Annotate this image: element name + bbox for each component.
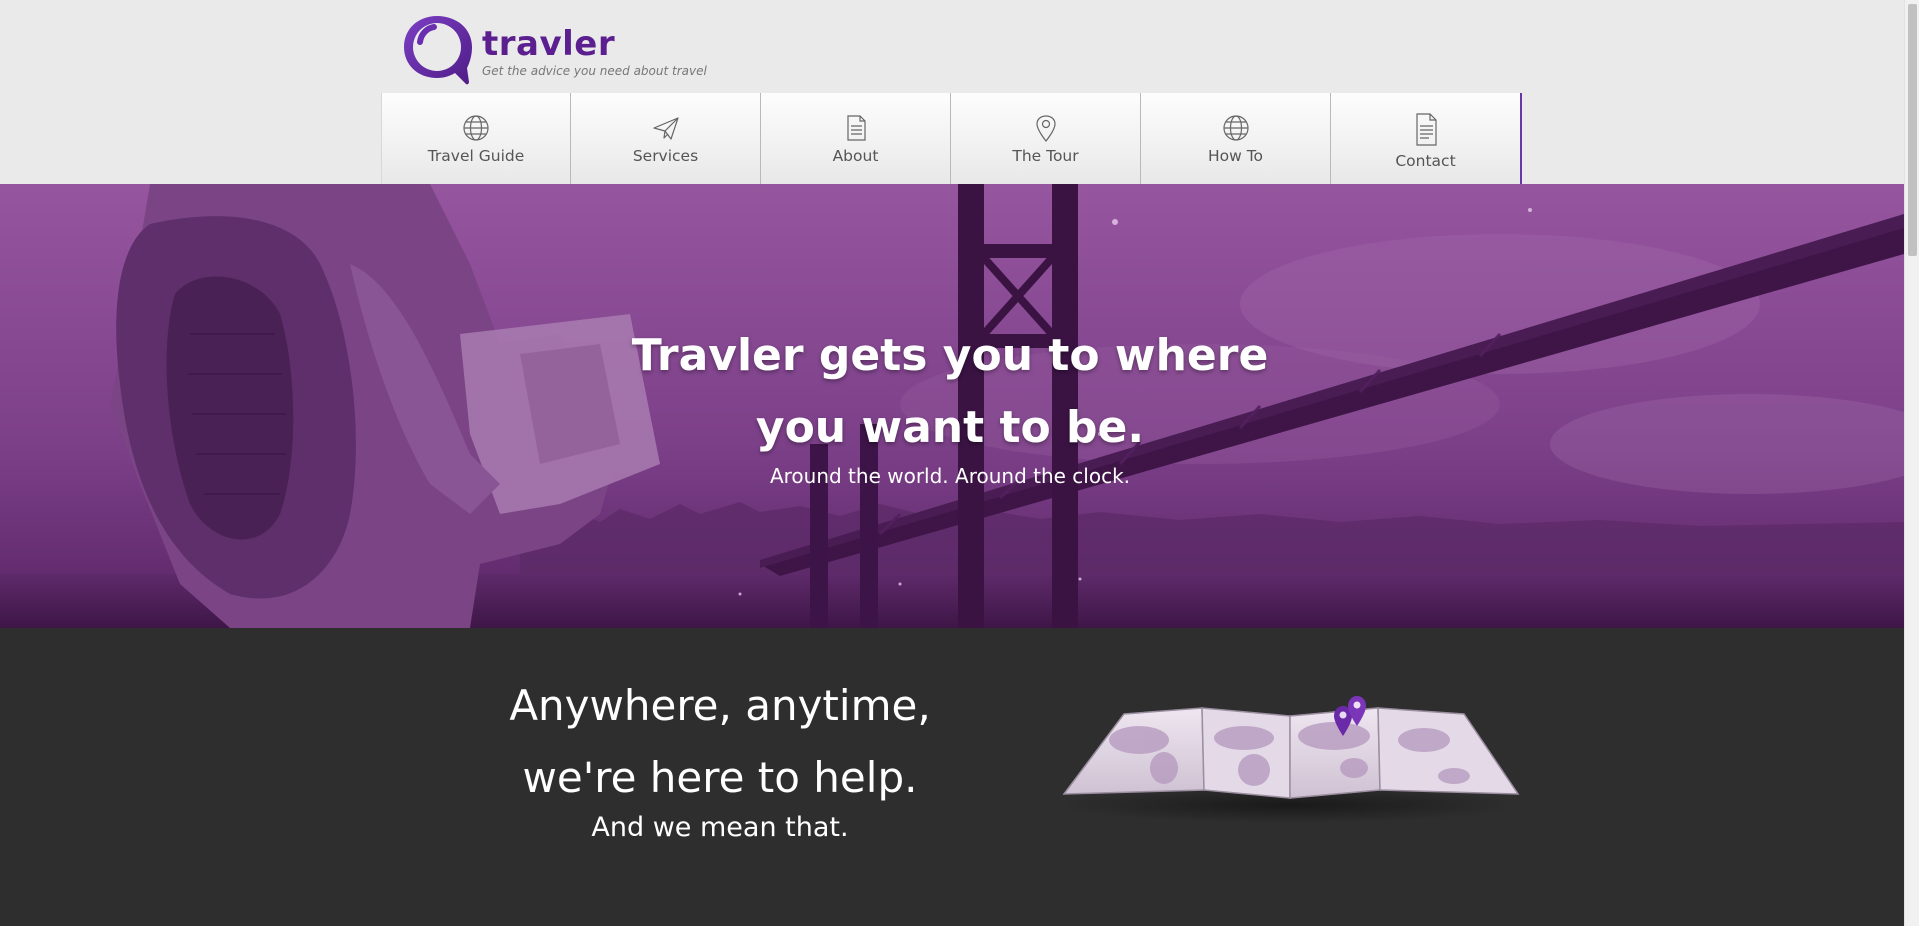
nav-label: How To bbox=[1207, 147, 1264, 165]
logo[interactable]: travler Get the advice you need about tr… bbox=[400, 12, 707, 90]
chat-bubble-logo-icon bbox=[404, 16, 472, 85]
hero-title: Travler gets you to where you want to be… bbox=[631, 330, 1269, 453]
hero-banner: Travler gets you to where you want to be… bbox=[0, 184, 1904, 628]
help-subtitle: And we mean that. bbox=[591, 812, 849, 843]
paper-plane-icon bbox=[652, 117, 679, 140]
brand-tagline: Get the advice you need about travel bbox=[482, 64, 707, 78]
nav-item-about[interactable]: About bbox=[761, 93, 951, 184]
map-pin-icon bbox=[1035, 115, 1056, 142]
nav-label: Services bbox=[632, 147, 699, 165]
nav-item-how-to[interactable]: How To bbox=[1141, 93, 1331, 184]
vertical-scrollbar[interactable] bbox=[1904, 0, 1919, 926]
site-header: travler Get the advice you need about tr… bbox=[0, 0, 1904, 184]
nav-item-contact[interactable]: Contact bbox=[1331, 93, 1522, 184]
world-map-illustration bbox=[1059, 696, 1520, 823]
help-section: Anywhere, anytime, we're here to help. A… bbox=[0, 628, 1904, 926]
document-icon bbox=[1415, 113, 1437, 146]
help-title: Anywhere, anytime, we're here to help. bbox=[509, 681, 931, 802]
nav-item-the-tour[interactable]: The Tour bbox=[951, 93, 1141, 184]
nav-label: Travel Guide bbox=[427, 147, 525, 165]
nav-label: About bbox=[832, 147, 879, 165]
document-icon bbox=[846, 115, 866, 141]
page: travler Get the advice you need about tr… bbox=[0, 0, 1904, 926]
globe-icon bbox=[1222, 115, 1249, 141]
brand-name: travler bbox=[482, 24, 616, 64]
nav-label: Contact bbox=[1395, 152, 1456, 170]
nav-item-services[interactable]: Services bbox=[571, 93, 761, 184]
nav-item-travel-guide[interactable]: Travel Guide bbox=[381, 93, 571, 184]
hero-subtitle: Around the world. Around the clock. bbox=[769, 464, 1131, 488]
scrollbar-thumb[interactable] bbox=[1908, 4, 1917, 256]
main-nav: Travel Guide Services About The Tour How… bbox=[381, 93, 1522, 184]
globe-icon bbox=[463, 115, 489, 141]
nav-label: The Tour bbox=[1012, 147, 1079, 165]
